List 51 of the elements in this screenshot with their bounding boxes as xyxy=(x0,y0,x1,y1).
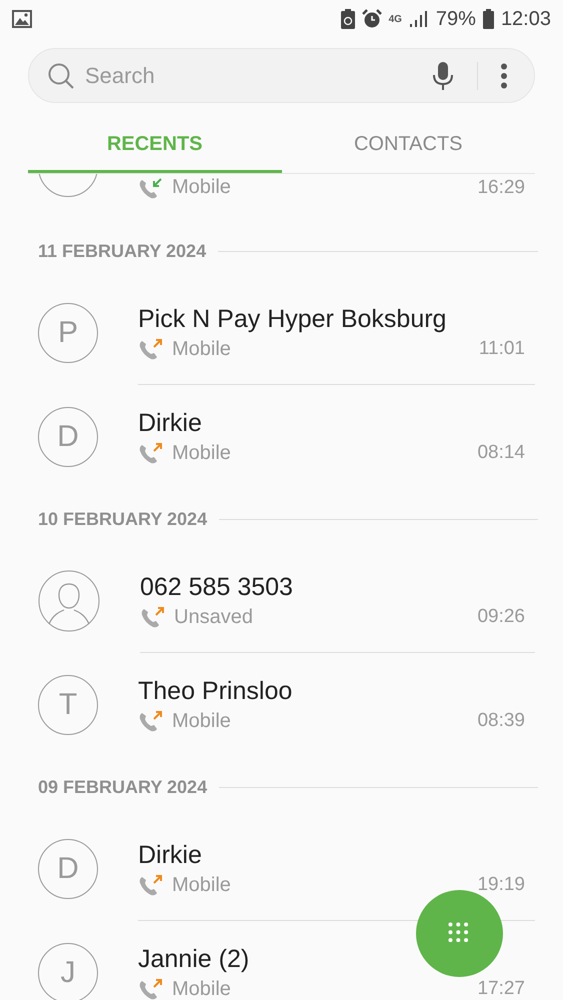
contact-name: Dirkie xyxy=(138,408,203,438)
outgoing-call-icon xyxy=(138,874,162,896)
network-label: 4G xyxy=(388,14,402,24)
outgoing-call-icon xyxy=(138,442,162,464)
contact-avatar: D xyxy=(38,839,98,899)
call-type: Mobile xyxy=(172,978,231,1000)
call-type: Mobile xyxy=(172,874,231,896)
contact-avatar: J xyxy=(38,943,98,1000)
contact-name: 062 585 3503 xyxy=(140,572,294,602)
date-header: 11 FEBRUARY 2024 xyxy=(38,240,206,262)
contact-name: Theo Prinsloo xyxy=(138,676,294,706)
tab[interactable]: CONTACTS xyxy=(282,115,535,173)
image-icon xyxy=(12,10,32,28)
battery-saver-icon xyxy=(340,9,355,29)
microphone-icon[interactable] xyxy=(431,60,455,90)
call-time: 17:27 xyxy=(477,978,525,1000)
contact-name: Pick N Pay Hyper Boksburg xyxy=(138,304,448,334)
signal-icon xyxy=(408,10,429,28)
call-time: 08:14 xyxy=(477,442,525,464)
battery-icon xyxy=(482,9,494,29)
call-type: Unsaved xyxy=(174,606,253,628)
contact-avatar: P xyxy=(38,303,98,363)
incoming-call-icon xyxy=(138,176,162,198)
contact-name: Jannie (2) xyxy=(138,944,250,974)
call-type: Mobile xyxy=(172,442,231,464)
outgoing-call-icon xyxy=(138,338,162,360)
battery-percent: 79% xyxy=(436,8,476,30)
contact-avatar: T xyxy=(38,675,98,735)
contact-avatar: D xyxy=(38,407,98,467)
alarm-icon xyxy=(362,9,382,29)
call-time: 09:26 xyxy=(477,606,525,628)
contact-avatar-icon xyxy=(38,570,100,632)
outgoing-call-icon xyxy=(140,606,164,628)
date-header: 09 FEBRUARY 2024 xyxy=(38,776,208,798)
more-options-icon[interactable] xyxy=(500,62,508,88)
call-type: Mobile xyxy=(172,710,231,732)
tab[interactable]: RECENTS xyxy=(28,115,282,173)
outgoing-call-icon xyxy=(138,978,162,1000)
date-header: 10 FEBRUARY 2024 xyxy=(38,508,208,530)
search-icon xyxy=(47,62,75,90)
search-field[interactable]: Search xyxy=(85,62,421,88)
call-time: 16:29 xyxy=(477,176,525,198)
call-type: Mobile xyxy=(172,338,231,360)
search-bar[interactable]: Search xyxy=(28,48,535,103)
call-type: Mobile xyxy=(172,176,231,199)
contact-name: Dirkie xyxy=(138,840,203,870)
clock: 12:03 xyxy=(500,8,551,30)
call-time: 08:39 xyxy=(477,710,525,732)
call-time: 11:01 xyxy=(478,338,525,360)
outgoing-call-icon xyxy=(138,710,162,732)
call-time: 19:19 xyxy=(477,874,525,896)
